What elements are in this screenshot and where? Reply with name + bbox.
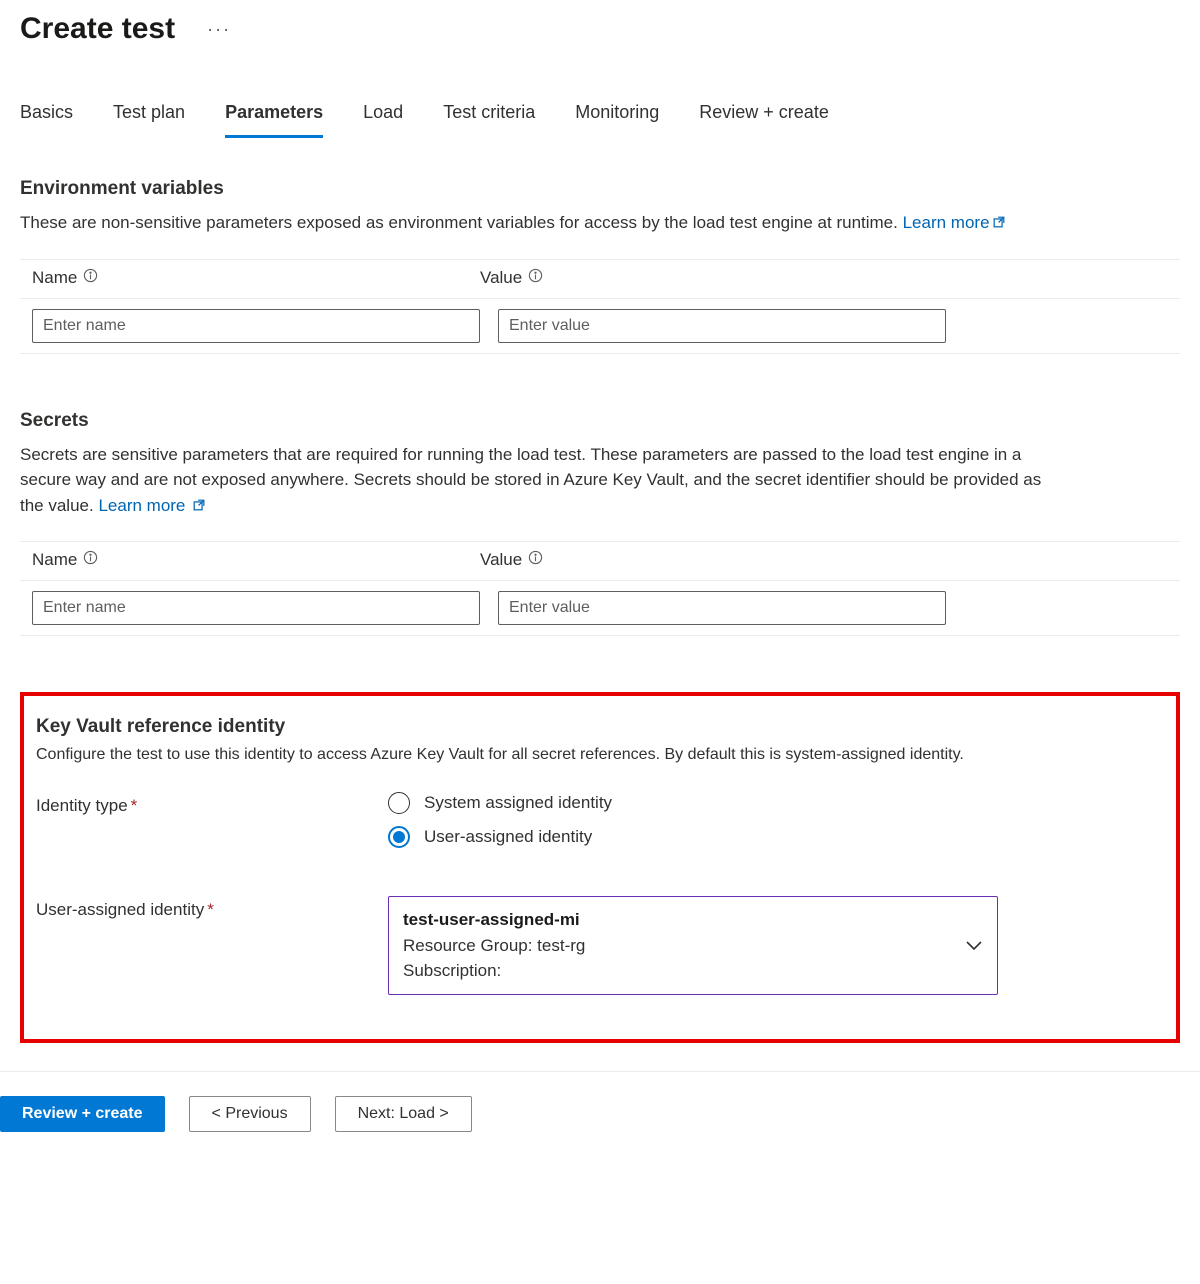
env-col-name: Name (32, 268, 77, 288)
info-icon[interactable] (528, 550, 543, 570)
footer: Review + create < Previous Next: Load > (0, 1071, 1200, 1172)
secrets-heading: Secrets (20, 410, 1180, 432)
page-title: Create test (20, 12, 175, 46)
tab-test-plan[interactable]: Test plan (113, 102, 185, 138)
tab-load[interactable]: Load (363, 102, 403, 138)
secrets-col-value: Value (480, 550, 522, 570)
review-create-button[interactable]: Review + create (0, 1096, 165, 1132)
tab-monitoring[interactable]: Monitoring (575, 102, 659, 138)
next-button[interactable]: Next: Load > (335, 1096, 472, 1132)
secrets-description: Secrets are sensitive parameters that ar… (20, 442, 1060, 520)
radio-system-assigned[interactable]: System assigned identity (388, 792, 1164, 814)
radio-label: User-assigned identity (424, 827, 592, 847)
radio-icon (388, 826, 410, 848)
previous-button[interactable]: < Previous (189, 1096, 311, 1132)
tabs: Basics Test plan Parameters Load Test cr… (20, 102, 1180, 138)
env-learn-more-link[interactable]: Learn more (903, 213, 1006, 232)
env-description: These are non-sensitive parameters expos… (20, 210, 1060, 237)
secrets-col-name: Name (32, 550, 77, 570)
key-vault-section: Key Vault reference identity Configure t… (20, 692, 1180, 1043)
kv-description: Configure the test to use this identity … (36, 746, 1136, 764)
tab-basics[interactable]: Basics (20, 102, 73, 138)
tab-parameters[interactable]: Parameters (225, 102, 323, 138)
external-link-icon (192, 494, 206, 520)
tab-test-criteria[interactable]: Test criteria (443, 102, 535, 138)
dropdown-rg: Resource Group: test-rg (403, 933, 585, 959)
user-assigned-identity-dropdown[interactable]: test-user-assigned-mi Resource Group: te… (388, 896, 998, 995)
env-value-input[interactable] (498, 309, 946, 343)
dropdown-sub: Subscription: (403, 958, 585, 984)
more-icon[interactable]: ··· (207, 19, 231, 40)
external-link-icon (992, 211, 1006, 237)
secrets-learn-more-link[interactable]: Learn more (98, 496, 206, 515)
dropdown-title: test-user-assigned-mi (403, 907, 585, 933)
info-icon[interactable] (528, 268, 543, 288)
info-icon[interactable] (83, 550, 98, 570)
info-icon[interactable] (83, 268, 98, 288)
identity-type-label: Identity type* (36, 792, 388, 816)
secrets-value-input[interactable] (498, 591, 946, 625)
radio-label: System assigned identity (424, 793, 612, 813)
radio-icon (388, 792, 410, 814)
uai-label: User-assigned identity* (36, 896, 388, 920)
env-col-value: Value (480, 268, 522, 288)
tab-review-create[interactable]: Review + create (699, 102, 829, 138)
secrets-name-input[interactable] (32, 591, 480, 625)
chevron-down-icon (965, 932, 983, 958)
radio-user-assigned[interactable]: User-assigned identity (388, 826, 1164, 848)
env-name-input[interactable] (32, 309, 480, 343)
kv-heading: Key Vault reference identity (36, 716, 1164, 738)
env-heading: Environment variables (20, 178, 1180, 200)
